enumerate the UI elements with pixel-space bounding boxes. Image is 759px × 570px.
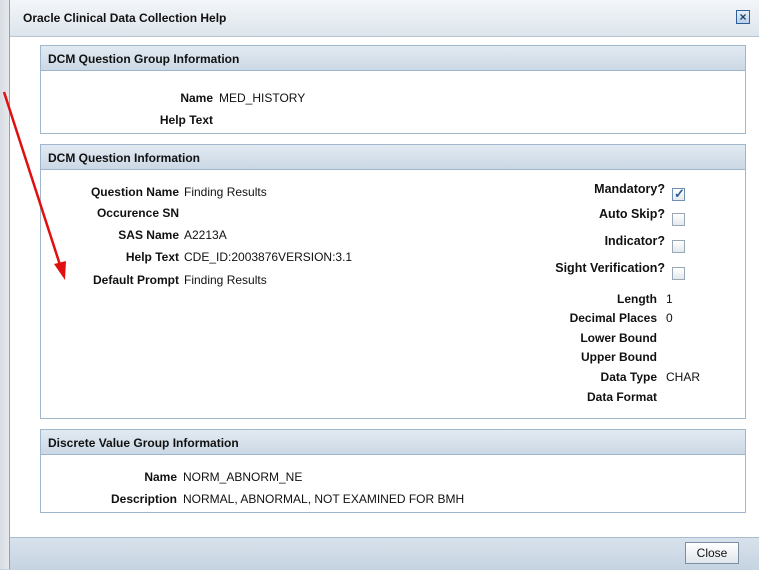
dvg-description-value: NORMAL, ABNORMAL, NOT EXAMINED FOR BMH xyxy=(183,492,465,506)
default-prompt-value: Finding Results xyxy=(184,273,267,287)
dialog-footer: Close xyxy=(10,537,759,570)
dvg-description-label: Description xyxy=(110,492,177,506)
sight-verification-checkbox[interactable] xyxy=(672,267,685,280)
help-dialog: Oracle Clinical Data Collection Help × D… xyxy=(9,0,759,570)
mandatory-label: Mandatory? xyxy=(594,182,665,196)
auto-skip-label: Auto Skip? xyxy=(599,207,665,221)
sas-name-label: SAS Name xyxy=(118,228,179,242)
dialog-titlebar: Oracle Clinical Data Collection Help × xyxy=(10,0,759,37)
group-help-label: Help Text xyxy=(159,113,213,127)
indicator-label: Indicator? xyxy=(604,234,665,248)
discrete-value-group-header: Discrete Value Group Information xyxy=(41,430,745,455)
discrete-value-group-panel: Discrete Value Group Information Name NO… xyxy=(40,429,746,513)
sight-verification-label: Sight Verification? xyxy=(555,261,665,275)
question-name-value: Finding Results xyxy=(184,185,267,199)
lower-bound-label: Lower Bound xyxy=(580,331,657,345)
close-icon[interactable]: × xyxy=(736,10,750,24)
dialog-title: Oracle Clinical Data Collection Help xyxy=(23,11,227,25)
dvg-name-value: NORM_ABNORM_NE xyxy=(183,470,303,484)
data-format-label: Data Format xyxy=(586,390,657,404)
group-name-value: MED_HISTORY xyxy=(219,91,306,105)
occurence-sn-label: Occurence SN xyxy=(96,206,179,220)
auto-skip-checkbox[interactable] xyxy=(672,213,685,226)
decimal-places-label: Decimal Places xyxy=(569,311,657,325)
close-button[interactable]: Close xyxy=(685,542,739,564)
length-value: 1 xyxy=(666,292,673,306)
dialog-body: DCM Question Group Information Name MED_… xyxy=(10,37,759,537)
indicator-checkbox[interactable] xyxy=(672,240,685,253)
help-text-label: Help Text xyxy=(125,250,179,264)
mandatory-checkbox[interactable]: ✓ xyxy=(672,186,685,201)
data-type-value: CHAR xyxy=(666,370,701,384)
group-name-label: Name xyxy=(180,91,213,105)
question-header: DCM Question Information xyxy=(41,145,745,170)
sas-name-value: A2213A xyxy=(184,228,227,242)
default-prompt-label: Default Prompt xyxy=(92,273,179,287)
upper-bound-label: Upper Bound xyxy=(581,350,657,364)
data-type-label: Data Type xyxy=(600,370,657,384)
help-text-value: CDE_ID:2003876VERSION:3.1 xyxy=(184,250,353,264)
question-group-panel: DCM Question Group Information Name MED_… xyxy=(40,45,746,134)
question-group-header: DCM Question Group Information xyxy=(41,46,745,71)
dvg-name-label: Name xyxy=(144,470,177,484)
question-panel: DCM Question Information Question Name F… xyxy=(40,144,746,419)
length-label: Length xyxy=(617,292,657,306)
question-name-label: Question Name xyxy=(90,185,179,199)
decimal-places-value: 0 xyxy=(666,311,673,325)
